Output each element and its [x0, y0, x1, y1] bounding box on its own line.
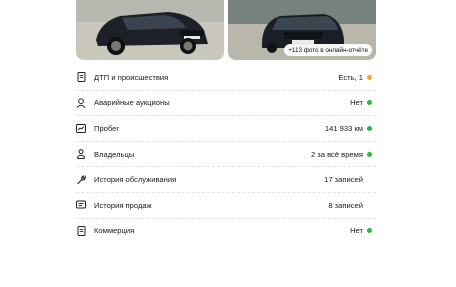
report-row-label: Пробег — [94, 123, 120, 133]
wrench-icon — [76, 174, 86, 185]
gavel-person-icon — [76, 98, 86, 108]
report-row-mileage[interactable]: Пробег 141 933 км — [76, 116, 376, 142]
report-row-label: История обслуживания — [94, 175, 177, 185]
document-icon — [76, 72, 86, 83]
car-photo-2[interactable]: +113 фото в онлайн-отчёте — [228, 0, 376, 60]
document-icon — [76, 225, 86, 236]
report-row-label: ДТП и происшествия — [94, 72, 169, 82]
report-row-label: Владельцы — [94, 149, 135, 159]
status-dot-ok — [367, 100, 372, 106]
report-row-value: 141 933 км — [324, 123, 363, 133]
report-row-commerce[interactable]: Коммерция Нет — [76, 219, 376, 244]
status-dot-ok — [367, 125, 372, 131]
report-row-label: Аварийные аукционы — [94, 98, 170, 108]
status-dot-ok — [367, 228, 372, 234]
report-row-service-history[interactable]: История обслуживания 17 записей — [76, 167, 376, 193]
report-row-value: Есть, 1 — [338, 72, 363, 82]
report-row-owners[interactable]: Владельцы 2 за всё время — [76, 142, 376, 168]
car-photo-1[interactable] — [76, 0, 224, 60]
receipt-icon — [76, 200, 86, 210]
odometer-icon — [76, 123, 86, 133]
report-row-auctions[interactable]: Аварийные аукционы Нет — [76, 91, 376, 117]
car-photo-1-image — [76, 0, 224, 60]
report-row-label: История продаж — [94, 200, 152, 210]
more-photos-badge[interactable]: +113 фото в онлайн-отчёте — [284, 44, 372, 56]
report-summary-list: ДТП и происшествия Есть, 1 Аварийные аук… — [76, 61, 376, 243]
report-row-sales-history[interactable]: История продаж 8 записей — [76, 193, 376, 219]
person-icon — [76, 149, 86, 160]
status-dot-warning — [367, 74, 372, 80]
photo-gallery: +113 фото в онлайн-отчёте — [76, 0, 376, 61]
report-row-label: Коммерция — [94, 226, 135, 236]
report-row-value: Нет — [350, 226, 363, 236]
report-row-value: 2 за всё время — [310, 149, 363, 159]
report-row-value: 8 записей — [328, 200, 363, 210]
report-row-value: 17 записей — [324, 175, 363, 185]
report-row-value: Нет — [350, 98, 363, 108]
status-dot-ok — [367, 151, 372, 157]
report-row-accidents[interactable]: ДТП и происшествия Есть, 1 — [76, 65, 376, 91]
